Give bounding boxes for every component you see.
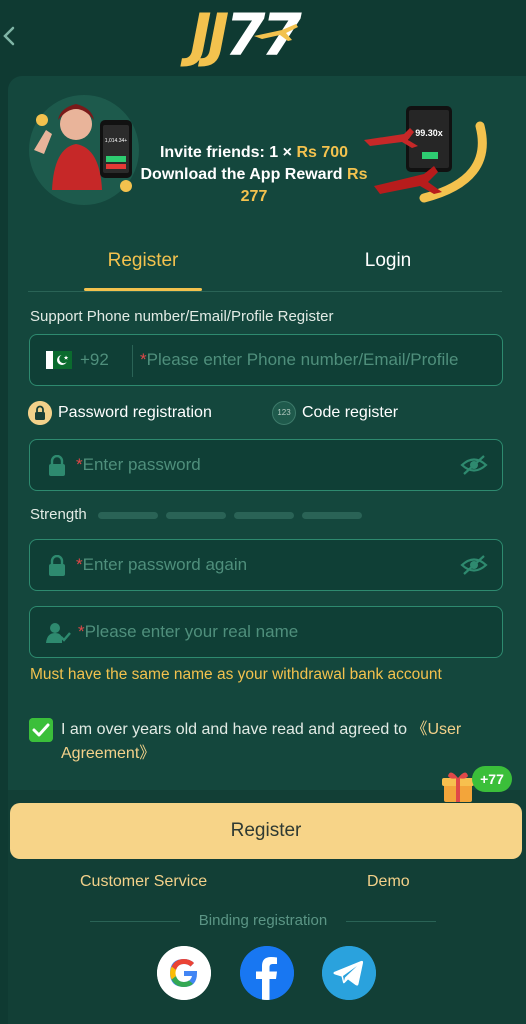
banner-line2-prefix: Download the App Reward — [140, 166, 348, 183]
person-check-icon — [46, 623, 71, 643]
country-code[interactable]: +92 — [80, 350, 109, 370]
agreement-label: I am over years old and have read and ag… — [61, 721, 412, 738]
password-registration-option[interactable]: Password registration — [28, 400, 212, 426]
password-again-placeholder: *Enter password again — [76, 555, 248, 574]
google-login-button[interactable] — [157, 946, 211, 1000]
auth-tabs: Register Login — [28, 240, 502, 292]
name-warning: Must have the same name as your withdraw… — [30, 666, 442, 683]
agreement-text: I am over years old and have read and ag… — [61, 718, 501, 766]
code-register-label: Code register — [302, 404, 399, 421]
code-register-option[interactable]: 123 Code register — [272, 400, 398, 426]
phone2-value: 99.30x — [415, 128, 443, 138]
telegram-login-button[interactable] — [322, 946, 376, 1000]
password-registration-label: Password registration — [58, 404, 212, 421]
support-label: Support Phone number/Email/Profile Regis… — [30, 308, 334, 325]
real-name-input[interactable]: *Please enter your real name — [29, 606, 503, 658]
eye-hidden-icon[interactable] — [460, 554, 488, 576]
register-button[interactable]: Register — [10, 803, 522, 859]
bonus-badge: +77 — [472, 766, 512, 792]
banner-text: Invite friends: 1 × Rs 700 Download the … — [134, 142, 374, 208]
customer-service-link[interactable]: Customer Service — [80, 873, 207, 891]
password-again-input[interactable]: *Enter password again — [29, 539, 503, 591]
pakistan-flag-icon[interactable] — [46, 351, 72, 369]
password-input[interactable]: *Enter password — [29, 439, 503, 491]
banner-line1-prefix: Invite friends: 1 × — [159, 144, 297, 161]
back-arrow-icon[interactable] — [0, 22, 22, 50]
strength-bar-segment — [98, 512, 158, 519]
eye-hidden-icon[interactable] — [460, 454, 488, 476]
gift-icon[interactable] — [440, 768, 476, 804]
phone-input[interactable]: +92 *Please enter Phone number/Email/Pro… — [29, 334, 503, 386]
tab-divider — [28, 291, 502, 292]
banner-line1-amount: Rs 700 — [296, 144, 349, 161]
field-divider — [132, 345, 133, 377]
binding-registration-label: Binding registration — [198, 912, 328, 929]
lock-icon — [49, 555, 65, 576]
top-bar: JJ77 — [0, 0, 526, 76]
real-name-placeholder: *Please enter your real name — [78, 622, 299, 641]
strength-bar-segment — [234, 512, 294, 519]
tab-login[interactable]: Login — [288, 250, 488, 272]
strength-label: Strength — [30, 506, 87, 523]
facebook-login-button[interactable] — [240, 946, 294, 1000]
lock-icon — [49, 455, 65, 476]
lock-circle-icon — [28, 401, 52, 425]
strength-bar-segment — [166, 512, 226, 519]
logo-text-a: JJ — [190, 1, 229, 69]
code-123-icon: 123 — [272, 401, 296, 425]
agreement-checkbox[interactable] — [29, 718, 53, 742]
phone-placeholder: *Please enter Phone number/Email/Profile — [140, 350, 459, 369]
phone1-value: 1,014.34+ — [105, 138, 127, 144]
demo-link[interactable]: Demo — [367, 873, 410, 891]
logo: JJ77 — [190, 4, 350, 66]
tab-register[interactable]: Register — [43, 250, 243, 272]
strength-bar-segment — [302, 512, 362, 519]
password-placeholder: *Enter password — [76, 455, 201, 474]
plane-icon — [254, 24, 298, 41]
